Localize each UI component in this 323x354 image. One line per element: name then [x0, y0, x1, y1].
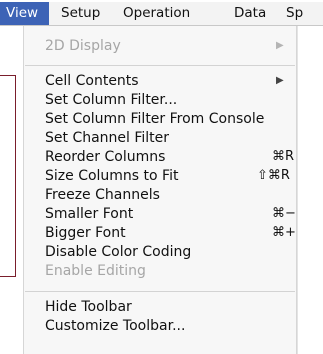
menu-item-label: Set Column Filter...	[45, 92, 178, 108]
menu-item-reorder-columns[interactable]: Reorder Columns ⌘R	[45, 148, 294, 166]
shortcut-label: ⌘−	[272, 206, 296, 221]
menu-setup[interactable]: Setup	[61, 2, 100, 25]
menu-item-label: Hide Toolbar	[45, 299, 132, 315]
menu-item-label: Customize Toolbar...	[45, 318, 186, 334]
menu-item-cell-contents[interactable]: Cell Contents ▶	[45, 72, 284, 90]
submenu-arrow-icon: ▶	[276, 40, 284, 51]
annotation-bracket	[0, 75, 16, 277]
menu-item-set-channel-filter[interactable]: Set Channel Filter	[45, 129, 284, 147]
view-menu-dropdown: 2D Display ▶ Cell Contents ▶ Set Column …	[23, 26, 297, 354]
menu-item-size-columns-to-fit[interactable]: Size Columns to Fit ⇧⌘R	[45, 167, 290, 185]
shortcut-label: ⌘+	[272, 225, 296, 240]
menu-view[interactable]: View	[0, 2, 49, 25]
menu-item-label: Freeze Channels	[45, 187, 160, 203]
menu-item-label: Enable Editing	[45, 263, 146, 279]
menu-item-label: Set Column Filter From Console	[45, 111, 265, 127]
menu-item-set-column-filter-from-console[interactable]: Set Column Filter From Console	[45, 110, 284, 128]
menu-item-enable-editing: Enable Editing	[45, 262, 284, 280]
menu-item-label: Reorder Columns	[45, 149, 166, 165]
menu-data[interactable]: Data	[234, 2, 266, 25]
menu-item-disable-color-coding[interactable]: Disable Color Coding	[45, 243, 284, 261]
menu-item-label: Set Channel Filter	[45, 130, 170, 146]
menu-item-freeze-channels[interactable]: Freeze Channels	[45, 186, 284, 204]
screenshot-stage: View Setup Operation Data Sp 2D Display …	[0, 0, 323, 354]
menu-item-label: Disable Color Coding	[45, 244, 192, 260]
menu-item-label: 2D Display	[45, 38, 121, 54]
menu-item-customize-toolbar[interactable]: Customize Toolbar...	[45, 317, 284, 335]
menu-bar: View Setup Operation Data Sp	[0, 2, 323, 26]
menu-item-label: Bigger Font	[45, 225, 126, 241]
menu-item-hide-toolbar[interactable]: Hide Toolbar	[45, 298, 284, 316]
menu-item-2d-display: 2D Display ▶	[45, 37, 284, 55]
submenu-arrow-icon: ▶	[276, 75, 284, 86]
menu-item-set-column-filter[interactable]: Set Column Filter...	[45, 91, 284, 109]
menu-operation[interactable]: Operation	[123, 2, 190, 25]
shortcut-label: ⌘R	[272, 149, 295, 164]
menu-item-bigger-font[interactable]: Bigger Font ⌘+	[45, 224, 296, 242]
menu-separator	[25, 65, 295, 66]
menu-item-label: Cell Contents	[45, 73, 139, 89]
menu-item-smaller-font[interactable]: Smaller Font ⌘−	[45, 205, 296, 223]
menu-sp-truncated[interactable]: Sp	[286, 2, 303, 25]
menu-item-label: Size Columns to Fit	[45, 168, 179, 184]
menu-separator	[25, 291, 295, 292]
menu-item-label: Smaller Font	[45, 206, 134, 222]
shortcut-label: ⇧⌘R	[257, 168, 290, 183]
